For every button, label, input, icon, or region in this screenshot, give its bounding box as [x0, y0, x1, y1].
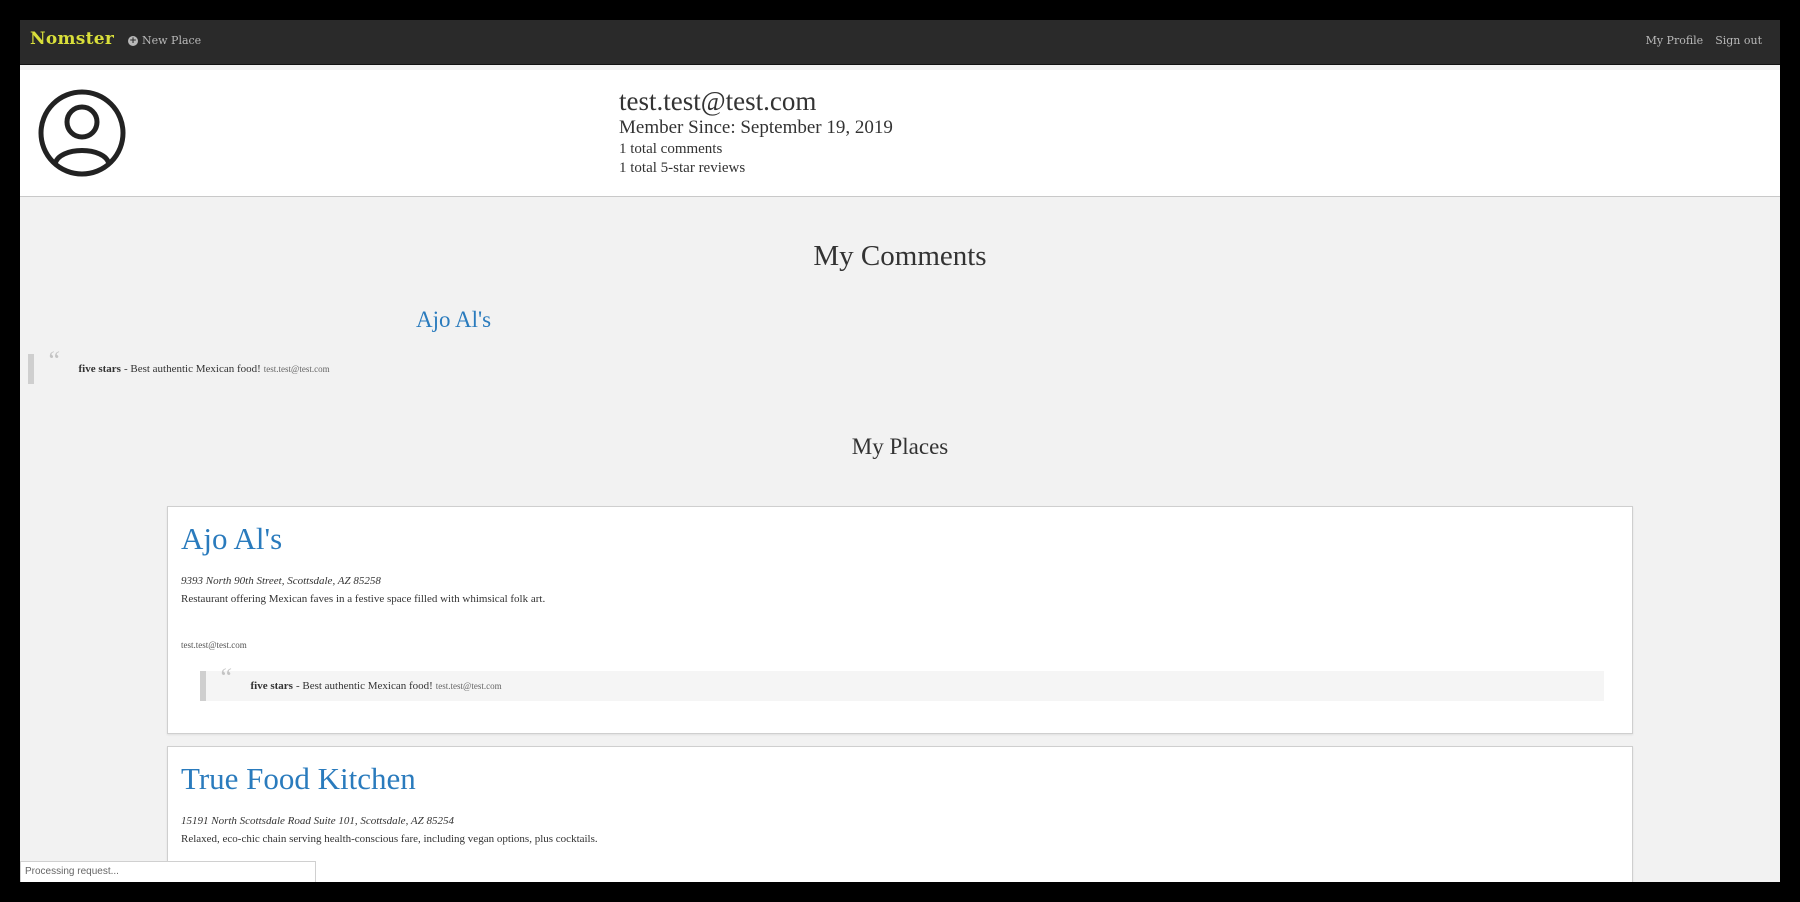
comment-text: - Best authentic Mexican food! [123, 363, 261, 375]
profile-email: test.test@test.com [619, 86, 817, 116]
user-avatar-icon [38, 89, 126, 177]
comment-rating: five stars [78, 363, 121, 375]
top-navbar: Nomster + New Place My Profile Sign out [20, 20, 1780, 65]
browser-status-bar: Processing request... [20, 861, 316, 882]
member-since: Member Since: September 19, 2019 [619, 117, 893, 138]
comment-quote: “ five stars - Best authentic Mexican fo… [28, 346, 330, 384]
profile-info: test.test@test.com Member Since: Septemb… [619, 86, 893, 178]
place-comment-rating: five stars [250, 680, 293, 692]
new-place-link[interactable]: + New Place [128, 34, 201, 47]
app-frame: Nomster + New Place My Profile Sign out … [20, 20, 1780, 882]
plus-circle-icon: + [128, 35, 138, 46]
total-reviews: 1 total 5-star reviews [619, 160, 746, 176]
place-name-link[interactable]: Ajo Al's [181, 521, 282, 557]
place-comment-text: - Best authentic Mexican food! [295, 680, 433, 692]
place-description: Restaurant offering Mexican faves in a f… [181, 593, 546, 605]
my-places-heading: My Places [851, 434, 949, 459]
place-comment-quote: “ five stars - Best authentic Mexican fo… [200, 663, 1604, 701]
place-description: Relaxed, eco-chic chain serving health-c… [181, 833, 598, 845]
place-name-link[interactable]: True Food Kitchen [181, 761, 416, 797]
new-place-label: New Place [142, 34, 202, 47]
quote-mark-icon: “ [46, 346, 61, 375]
quote-mark-icon: “ [218, 663, 233, 692]
comment-user: test.test@test.com [263, 364, 330, 374]
place-card: Ajo Al's 9393 North 90th Street, Scottsd… [167, 506, 1633, 734]
brand-logo[interactable]: Nomster [30, 29, 114, 49]
sign-out-link[interactable]: Sign out [1715, 34, 1762, 47]
comment-place-link[interactable]: Ajo Al's [416, 307, 491, 333]
my-profile-link[interactable]: My Profile [1646, 34, 1704, 47]
place-address: 15191 North Scottsdale Road Suite 101, S… [181, 815, 454, 827]
my-comments-heading: My Comments [813, 240, 987, 272]
user-nav: My Profile Sign out [1646, 34, 1762, 47]
place-card: True Food Kitchen 15191 North Scottsdale… [167, 746, 1633, 882]
total-comments: 1 total comments [619, 141, 723, 157]
place-comment-user: test.test@test.com [435, 681, 502, 691]
profile-header: test.test@test.com Member Since: Septemb… [20, 70, 1780, 197]
place-address: 9393 North 90th Street, Scottsdale, AZ 8… [181, 575, 381, 587]
place-owner: test.test@test.com [181, 640, 247, 650]
